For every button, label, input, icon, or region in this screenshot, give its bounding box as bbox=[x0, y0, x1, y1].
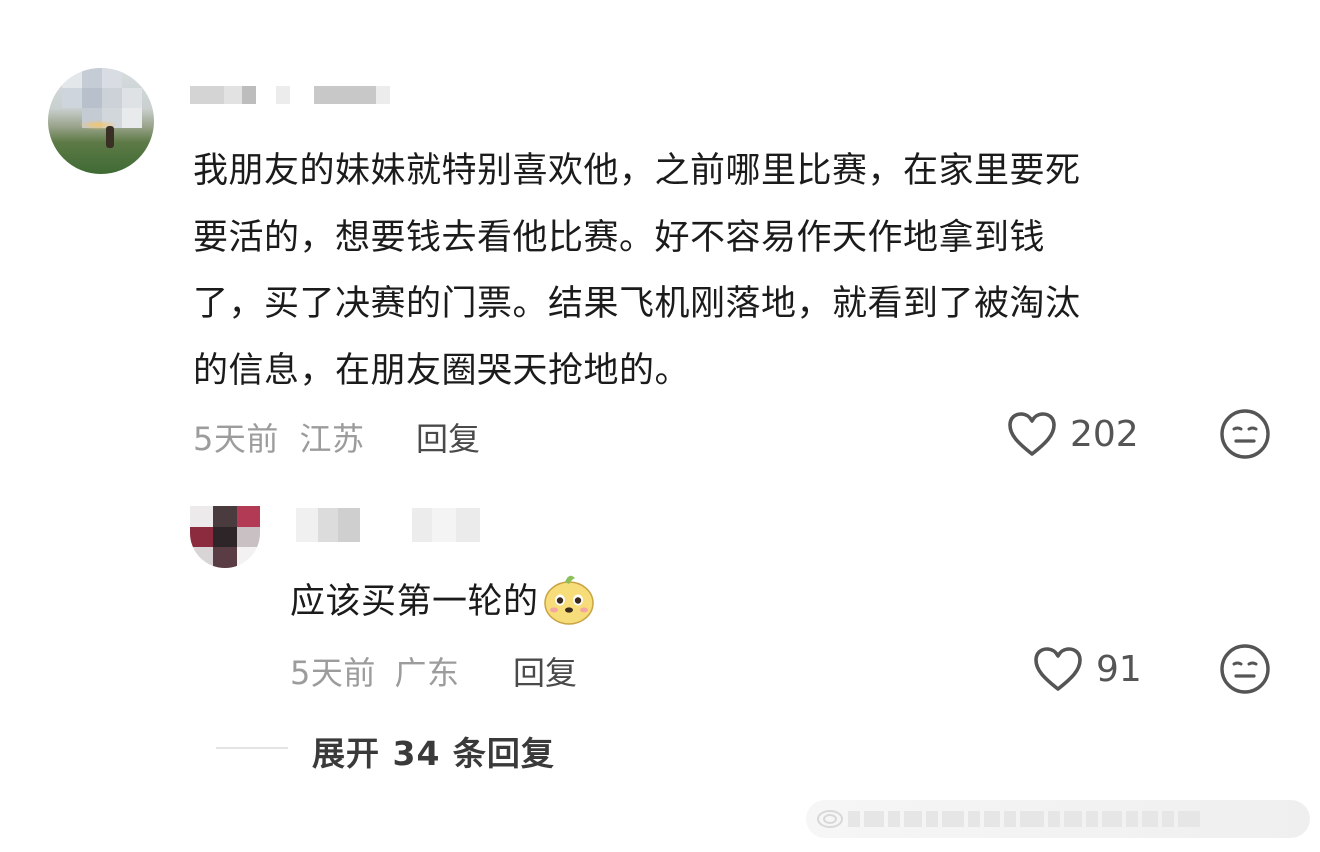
watermark-logo-icon bbox=[817, 810, 843, 828]
comment-line: 要活的，想要钱去看他比赛。好不容易作天作地拿到钱 bbox=[193, 217, 1046, 258]
reply-username-blurred[interactable] bbox=[296, 508, 480, 542]
reply-body: 应该买第一轮的 bbox=[290, 570, 597, 626]
comment-line: 了，买了决赛的门票。结果飞机刚落地，就看到了被淘汰 bbox=[193, 284, 1081, 324]
comment-reply-button[interactable]: 回复 bbox=[416, 414, 480, 460]
reply-reply-button[interactable]: 回复 bbox=[513, 648, 577, 694]
reply-avatar[interactable] bbox=[190, 506, 260, 568]
comment-location: 江苏 bbox=[299, 420, 365, 458]
reply-time: 5天前 bbox=[290, 654, 376, 692]
watermark-bar bbox=[806, 800, 1310, 838]
reply-text: 应该买第一轮的 bbox=[290, 581, 539, 622]
comment-line: 的信息，在朋友圈哭天抢地的。 bbox=[193, 350, 691, 391]
comment-meta: 5天前 江苏 bbox=[193, 414, 365, 460]
heart-outline-icon bbox=[1008, 412, 1056, 456]
reply-like-button[interactable]: 91 bbox=[1032, 645, 1142, 693]
reply-like-count: 91 bbox=[1096, 648, 1142, 690]
avatar-blur-mosaic bbox=[62, 68, 142, 128]
comment-like-count: 202 bbox=[1070, 413, 1139, 455]
commenter-avatar[interactable] bbox=[48, 68, 154, 174]
expand-divider bbox=[216, 747, 288, 749]
reply-meta: 5天前 广东 bbox=[290, 648, 460, 694]
reply-location: 广东 bbox=[394, 654, 460, 692]
neutral-face-icon[interactable] bbox=[1219, 643, 1271, 695]
comment-time: 5天前 bbox=[193, 420, 279, 458]
expand-replies-button[interactable]: 展开 34 条回复 bbox=[312, 727, 555, 775]
neutral-face-icon[interactable] bbox=[1219, 408, 1271, 460]
heart-outline-icon bbox=[1034, 647, 1082, 691]
dog-face-emoji bbox=[543, 575, 594, 625]
comment-like-button[interactable]: 202 bbox=[1006, 410, 1139, 458]
comment-body: 我朋友的妹妹就特别喜欢他，之前哪里比赛，在家里要死 要活的，想要钱去看他比赛。好… bbox=[193, 138, 1253, 404]
commenter-username-blurred[interactable] bbox=[190, 86, 390, 104]
comment-line: 我朋友的妹妹就特别喜欢他，之前哪里比赛，在家里要死 bbox=[193, 151, 1081, 191]
